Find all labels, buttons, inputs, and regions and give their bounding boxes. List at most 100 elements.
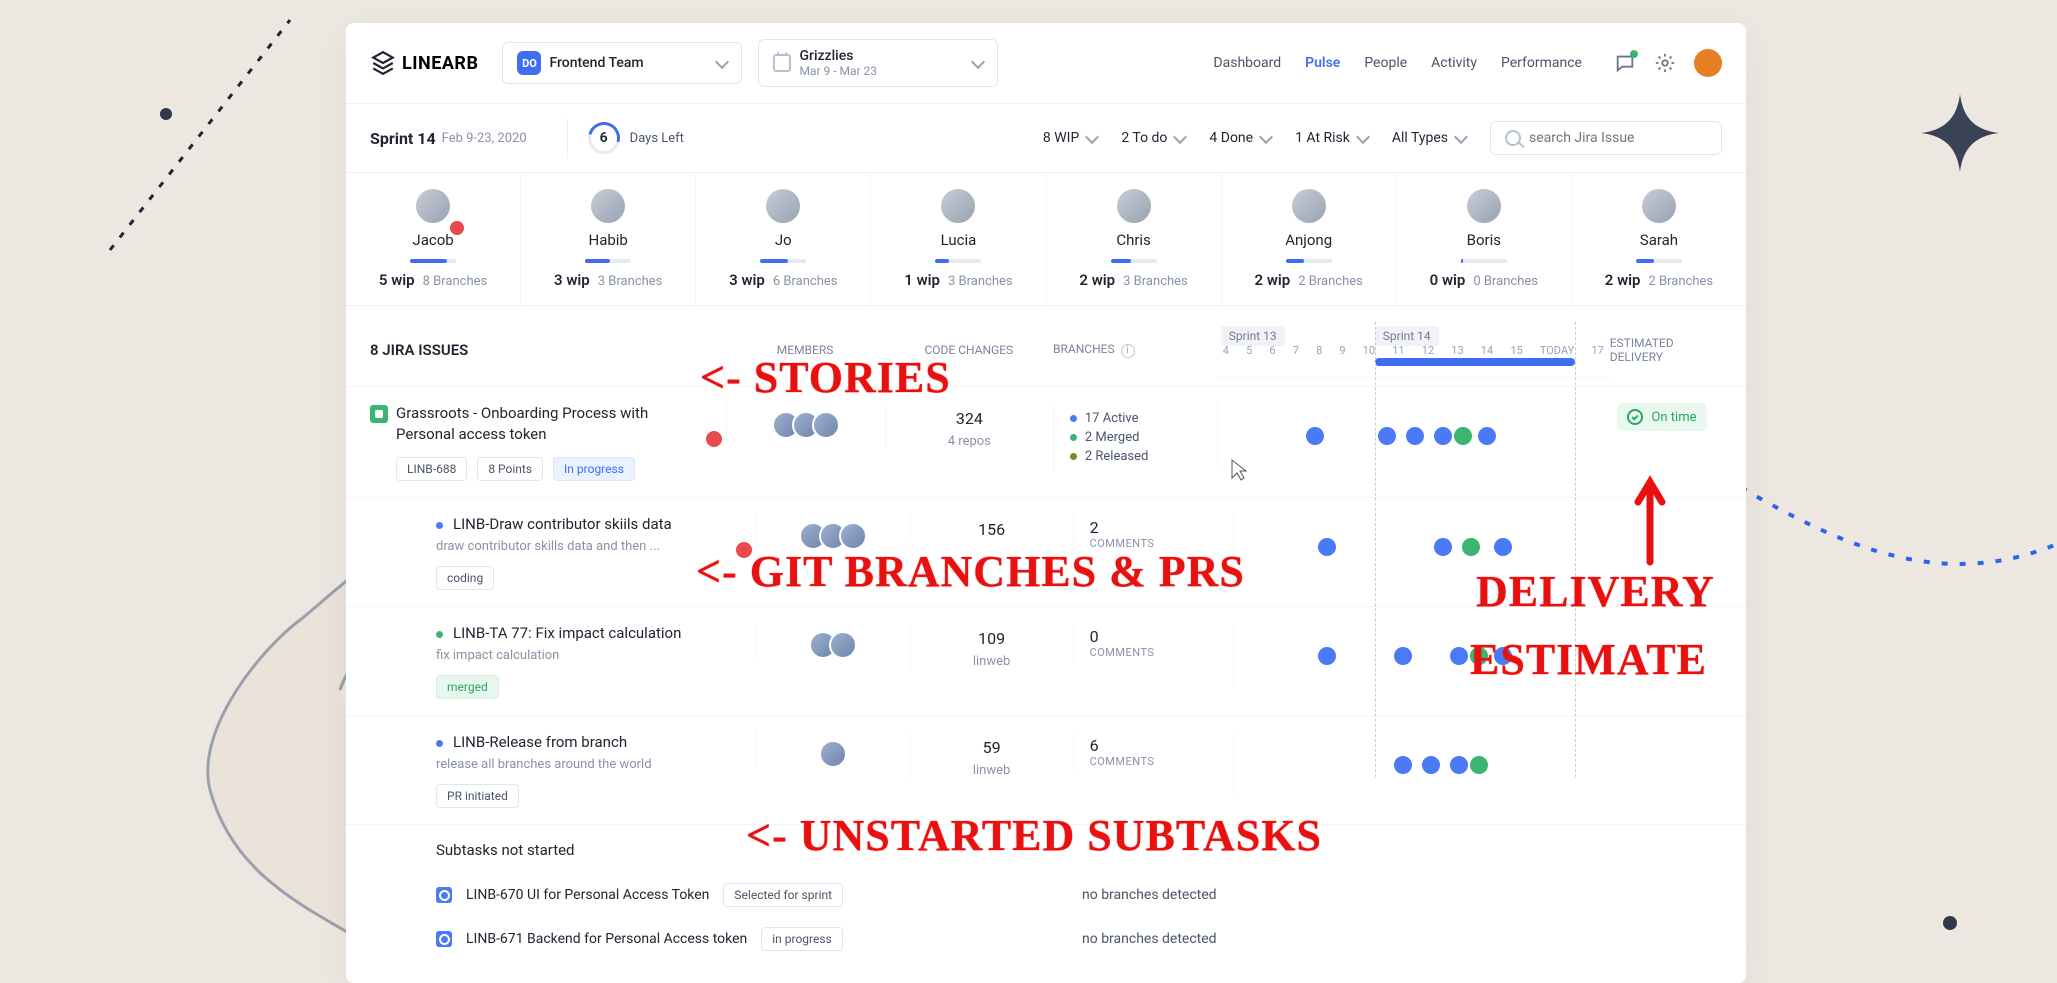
assignee-avatar bbox=[819, 740, 847, 768]
status-tag: coding bbox=[436, 566, 494, 590]
member-name: Lucia bbox=[941, 231, 977, 249]
member-card[interactable]: Jacob 5 wip8 Branches bbox=[346, 173, 521, 305]
timeline-dot bbox=[1406, 427, 1424, 445]
member-wip: 2 wip bbox=[1605, 271, 1641, 289]
filter-todo[interactable]: 2 To do bbox=[1121, 130, 1185, 146]
member-load-bar bbox=[935, 259, 981, 263]
nav-activity[interactable]: Activity bbox=[1431, 55, 1477, 71]
member-name: Sarah bbox=[1640, 231, 1678, 249]
issues-count: 8 JIRA ISSUES bbox=[370, 341, 726, 359]
member-card[interactable]: Chris 2 wip3 Branches bbox=[1047, 173, 1222, 305]
member-avatar bbox=[941, 189, 975, 223]
assignee-avatar bbox=[839, 522, 867, 550]
code-sub: linweb bbox=[911, 654, 1073, 669]
status-bullet bbox=[436, 740, 443, 747]
branch-stat: 17 Active bbox=[1070, 411, 1217, 426]
search-icon bbox=[1505, 130, 1521, 146]
assignee-stack bbox=[772, 411, 840, 439]
issue-row[interactable]: LINB-Draw contributor skiils data draw co… bbox=[346, 497, 1746, 606]
nav-dashboard[interactable]: Dashboard bbox=[1213, 55, 1281, 71]
sparkle-icon bbox=[1915, 88, 2005, 178]
nav-pulse[interactable]: Pulse bbox=[1305, 55, 1340, 71]
story-icon bbox=[370, 405, 388, 423]
subtask-row[interactable]: LINB-670 UI for Personal Access Token Se… bbox=[436, 873, 1722, 917]
members-strip: Jacob 5 wip8 Branches Habib 3 wip3 Branc… bbox=[346, 173, 1746, 306]
member-load-bar bbox=[410, 259, 456, 263]
comments-count: 0 bbox=[1090, 627, 1233, 646]
app-window: LINEARB DO Frontend Team Grizzlies Mar 9… bbox=[346, 23, 1746, 983]
nav-performance[interactable]: Performance bbox=[1501, 55, 1582, 71]
member-name: Boris bbox=[1467, 231, 1501, 249]
comments-count: 6 bbox=[1090, 736, 1233, 755]
status-tag: PR initiated bbox=[436, 784, 519, 808]
issue-subtitle: draw contributor skills data and then ..… bbox=[410, 539, 736, 554]
member-card[interactable]: Jo 3 wip6 Branches bbox=[696, 173, 871, 305]
member-card[interactable]: Habib 3 wip3 Branches bbox=[521, 173, 696, 305]
search-box[interactable] bbox=[1490, 121, 1722, 155]
logo-icon bbox=[370, 50, 396, 76]
sprint-name: Sprint 14 bbox=[370, 129, 436, 148]
sprint-range-bar bbox=[1375, 358, 1575, 366]
team-selector[interactable]: DO Frontend Team bbox=[502, 42, 742, 84]
subtask-msg: no branches detected bbox=[1082, 931, 1722, 947]
member-branches: 2 Branches bbox=[1298, 274, 1363, 289]
member-card[interactable]: Lucia 1 wip3 Branches bbox=[871, 173, 1046, 305]
filter-types[interactable]: All Types bbox=[1392, 130, 1466, 146]
nav-people[interactable]: People bbox=[1364, 55, 1407, 71]
issue-row[interactable]: LINB-TA 77: Fix impact calculationfix im… bbox=[346, 606, 1746, 715]
search-input[interactable] bbox=[1529, 130, 1707, 146]
member-wip: 2 wip bbox=[1255, 271, 1291, 289]
filter-risk[interactable]: 1 At Risk bbox=[1295, 130, 1368, 146]
alert-icon bbox=[736, 542, 752, 558]
member-load-bar bbox=[760, 259, 806, 263]
subtask-row[interactable]: LINB-671 Backend for Personal Access tok… bbox=[436, 917, 1722, 961]
project-selector[interactable]: Grizzlies Mar 9 - Mar 23 bbox=[758, 39, 998, 87]
col-members: MEMBERS bbox=[726, 343, 885, 357]
subtask-title: LINB-670 UI for Personal Access Token bbox=[466, 887, 709, 903]
issue-title: Grassroots - Onboarding Process with Per… bbox=[370, 403, 706, 445]
user-avatar[interactable] bbox=[1694, 49, 1722, 77]
notification-dot bbox=[1630, 50, 1638, 58]
chevron-down-icon bbox=[1454, 129, 1468, 143]
timeline-dot bbox=[1470, 756, 1488, 774]
timeline-dot bbox=[1318, 647, 1336, 665]
assignee-avatar bbox=[812, 411, 840, 439]
issue-row[interactable]: Grassroots - Onboarding Process with Per… bbox=[346, 386, 1746, 497]
member-name: Jacob bbox=[412, 231, 453, 249]
check-icon bbox=[1627, 409, 1643, 425]
sprint-bar: Sprint 14 Feb 9-23, 2020 6 Days Left 8 W… bbox=[346, 104, 1746, 173]
timeline-dot bbox=[1462, 538, 1480, 556]
timeline-tick: 15 bbox=[1510, 344, 1522, 357]
alert-icon bbox=[706, 431, 722, 447]
timeline-tick: 9 bbox=[1339, 344, 1345, 357]
code-changes: 156 bbox=[911, 520, 1073, 539]
issue-title: LINB-Draw contributor skiils data bbox=[410, 514, 736, 535]
member-load-bar bbox=[1636, 259, 1682, 263]
info-icon[interactable]: i bbox=[1121, 344, 1135, 358]
filter-done[interactable]: 4 Done bbox=[1209, 130, 1271, 146]
cur-sprint-label: Sprint 14 bbox=[1375, 326, 1439, 346]
subtask-tag: in progress bbox=[761, 927, 843, 951]
filter-wip[interactable]: 8 WIP bbox=[1043, 130, 1097, 146]
timeline-tick: 12 bbox=[1422, 344, 1434, 357]
sprint-dates: Feb 9-23, 2020 bbox=[442, 131, 527, 146]
member-card[interactable]: Anjong 2 wip2 Branches bbox=[1222, 173, 1397, 305]
gear-icon[interactable] bbox=[1654, 52, 1676, 74]
issue-timeline bbox=[1233, 623, 1613, 687]
issue-timeline bbox=[1233, 732, 1613, 796]
timeline-dot bbox=[1478, 427, 1496, 445]
comments-count: 2 bbox=[1090, 518, 1233, 537]
member-branches: 2 Branches bbox=[1648, 274, 1713, 289]
member-card[interactable]: Boris 0 wip0 Branches bbox=[1397, 173, 1572, 305]
member-branches: 8 Branches bbox=[423, 274, 488, 289]
member-name: Chris bbox=[1116, 231, 1151, 249]
chat-icon[interactable] bbox=[1614, 52, 1636, 74]
timeline-tick: 11 bbox=[1392, 344, 1404, 357]
timeline-dot bbox=[1422, 756, 1440, 774]
status-bullet bbox=[436, 522, 443, 529]
member-card[interactable]: Sarah 2 wip 2 Branches bbox=[1572, 173, 1746, 305]
issue-row[interactable]: LINB-Release from branchrelease all bran… bbox=[346, 715, 1746, 824]
timeline-dot bbox=[1454, 427, 1472, 445]
comments-label: COMMENTS bbox=[1090, 537, 1233, 550]
member-avatar bbox=[1292, 189, 1326, 223]
